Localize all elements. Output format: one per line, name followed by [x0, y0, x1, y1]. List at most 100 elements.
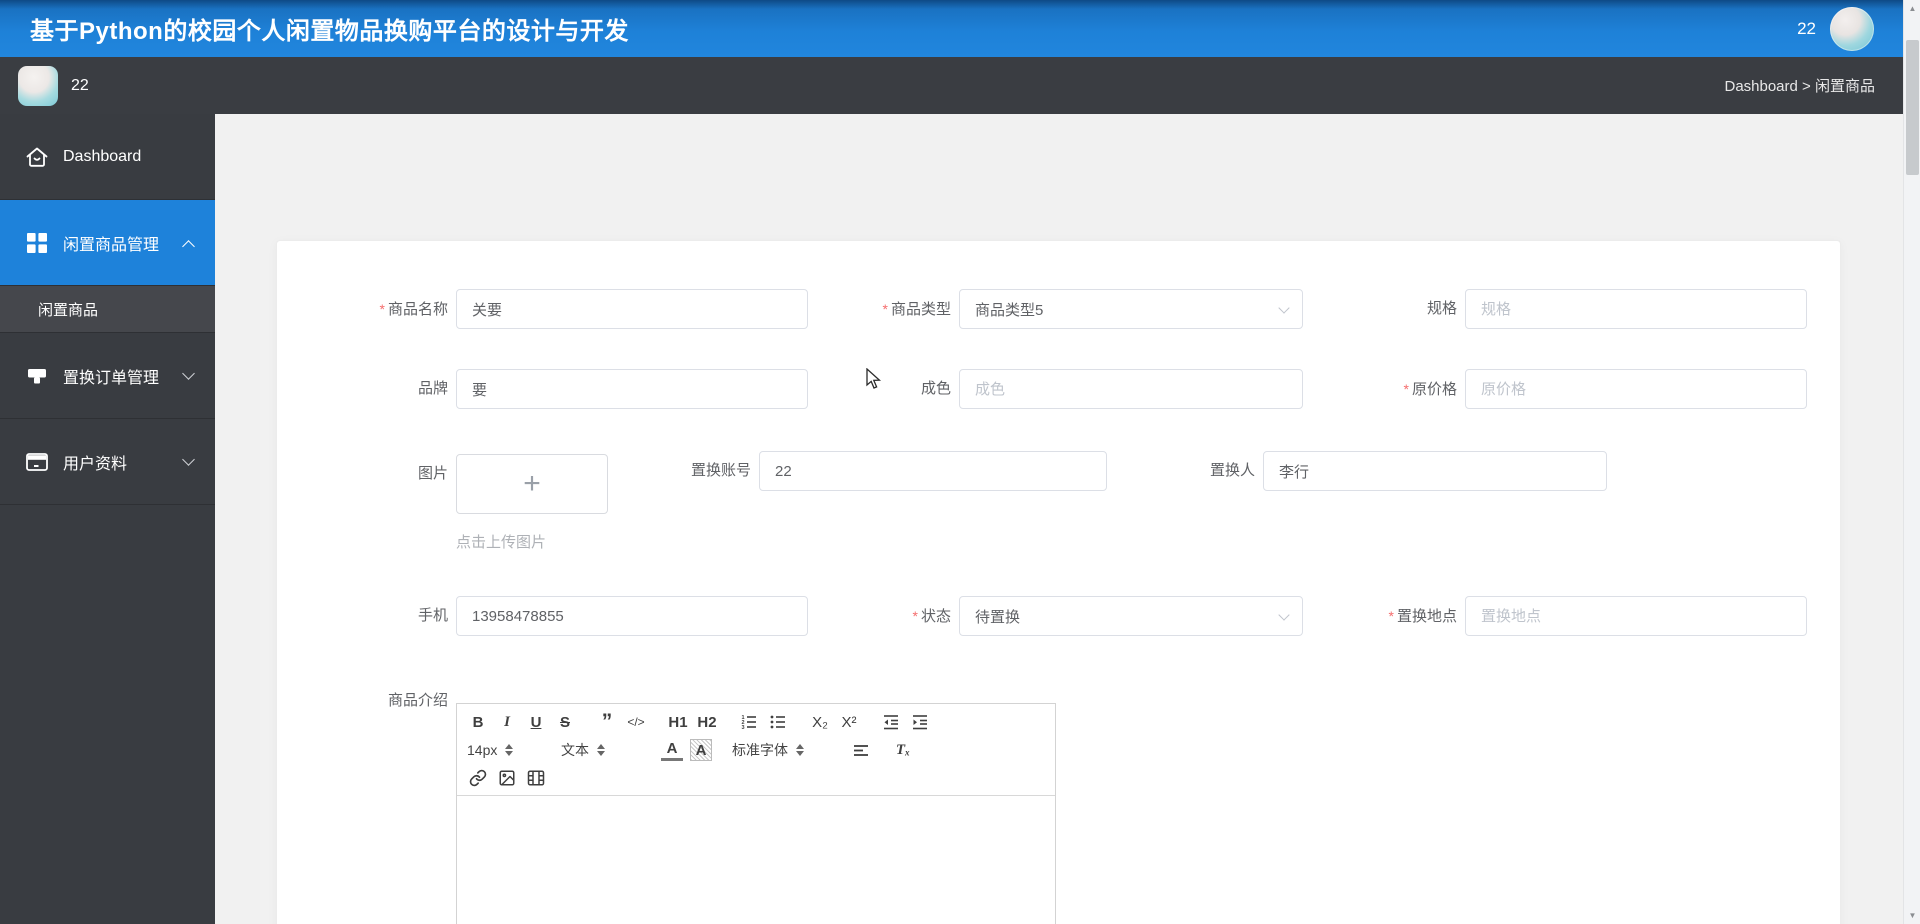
chevron-down-icon	[1278, 302, 1290, 314]
window-scrollbar[interactable]: ▲ ▼	[1903, 0, 1920, 924]
editor-content[interactable]	[457, 796, 1055, 924]
paragraph-style-picker[interactable]: 文本	[561, 740, 639, 760]
breadcrumb: Dashboard > 闲置商品	[1724, 75, 1875, 96]
superscript-button[interactable]: X²	[838, 711, 860, 733]
bold-button[interactable]: B	[467, 711, 489, 733]
align-button[interactable]	[850, 739, 872, 761]
field-label-phone: 手机	[417, 607, 448, 624]
order-icon	[28, 368, 46, 383]
header-user-area[interactable]: 22	[1797, 6, 1874, 51]
sidebar-item-dashboard[interactable]: Dashboard	[0, 114, 215, 200]
rich-text-editor: B I U S ” </> H1 H2 123 X₂ X² 14px 文本 A …	[456, 703, 1056, 924]
paragraph-style-value: 文本	[561, 742, 589, 758]
code-block-button[interactable]: </>	[625, 711, 647, 733]
field-label-status: * 状态	[912, 608, 951, 625]
align-left-icon	[854, 745, 868, 756]
name-input[interactable]	[456, 289, 808, 329]
field-label-description: 商品介绍	[387, 692, 448, 709]
type-select[interactable]: 商品类型5	[959, 289, 1303, 329]
upload-hint: 点击上传图片	[456, 534, 547, 551]
outdent-icon	[884, 715, 898, 730]
chevron-down-icon	[182, 367, 195, 380]
breadcrumb-home[interactable]: Dashboard	[1724, 78, 1797, 95]
spinner-icon	[597, 744, 605, 756]
user-avatar[interactable]	[1830, 6, 1874, 51]
required-marker: *	[1388, 608, 1394, 624]
scrollbar-down-arrow[interactable]: ▼	[1904, 907, 1920, 924]
ordered-list-icon: 123	[742, 715, 756, 731]
field-label-name: * 商品名称	[379, 301, 448, 318]
field-label-brand: 品牌	[417, 380, 448, 397]
brand-input[interactable]	[456, 369, 808, 409]
field-label-price: * 原价格	[1403, 381, 1457, 398]
phone-input[interactable]	[456, 596, 808, 636]
home-icon	[26, 147, 48, 167]
app-header: 基于Python的校园个人闲置物品换购平台的设计与开发 22	[0, 0, 1920, 57]
link-button[interactable]	[467, 767, 489, 789]
heading1-button[interactable]: H1	[667, 711, 689, 733]
scrollbar-thumb[interactable]	[1906, 40, 1919, 175]
type-select-value: 商品类型5	[975, 301, 1044, 319]
header-username: 22	[1797, 18, 1816, 38]
sidebar-item-swap-order-management[interactable]: 置换订单管理	[0, 333, 215, 419]
underline-button[interactable]: U	[525, 711, 547, 733]
topbar-username: 22	[71, 76, 89, 94]
svg-text:3: 3	[742, 725, 745, 731]
image-upload-box[interactable]: +	[456, 454, 608, 514]
sidebar-item-idle-goods-management[interactable]: 闲置商品管理	[0, 200, 215, 286]
required-marker: *	[1403, 381, 1409, 397]
chevron-down-icon	[1278, 609, 1290, 621]
clear-format-button[interactable]: Tₓ	[892, 739, 914, 761]
required-marker: *	[882, 301, 888, 317]
field-label-spec: 规格	[1426, 300, 1457, 317]
heading2-button[interactable]: H2	[696, 711, 718, 733]
topbar-avatar[interactable]	[18, 65, 58, 106]
chevron-up-icon	[182, 240, 195, 253]
outdent-button[interactable]	[880, 711, 902, 733]
topbar-user-area[interactable]: 22	[18, 65, 89, 106]
main-content: *商品名称 *商品类型 商品类型5 规格 品牌 ✕ 成色	[215, 114, 1920, 924]
spinner-icon	[505, 744, 514, 756]
form-card: *商品名称 *商品类型 商品类型5 规格 品牌 ✕ 成色	[276, 240, 1841, 924]
price-input[interactable]	[1465, 369, 1807, 409]
app-window: 基于Python的校园个人闲置物品换购平台的设计与开发 22 22 Dashbo…	[0, 0, 1920, 924]
account-input[interactable]	[759, 451, 1107, 491]
page-title: 基于Python的校园个人闲置物品换购平台的设计与开发	[30, 18, 629, 45]
font-size-picker[interactable]: 14px	[467, 742, 539, 758]
sidebar-item-user-profile[interactable]: 用户资料	[0, 419, 215, 505]
spinner-icon	[796, 744, 804, 756]
ordered-list-button[interactable]: 123	[738, 711, 760, 733]
font-size-value: 14px	[467, 742, 498, 758]
sidebar-item-label: Dashboard	[63, 147, 142, 165]
bullet-list-button[interactable]	[767, 711, 789, 733]
spec-input[interactable]	[1465, 289, 1807, 329]
link-icon	[469, 769, 487, 787]
condition-input[interactable]	[959, 369, 1303, 409]
card-icon	[26, 452, 48, 471]
required-marker: *	[912, 608, 918, 624]
person-input[interactable]	[1263, 451, 1607, 491]
italic-button[interactable]: I	[496, 711, 518, 733]
insert-video-button[interactable]	[525, 767, 547, 789]
blockquote-button[interactable]: ”	[596, 710, 618, 733]
status-select[interactable]: 待置换	[959, 596, 1303, 636]
chevron-down-icon	[182, 453, 195, 466]
insert-image-button[interactable]	[496, 767, 518, 789]
font-family-picker[interactable]: 标准字体	[732, 740, 828, 760]
scrollbar-up-arrow[interactable]: ▲	[1904, 0, 1920, 17]
indent-button[interactable]	[909, 711, 931, 733]
sidebar-subitem-label: 闲置商品	[38, 301, 99, 319]
subscript-button[interactable]: X₂	[809, 711, 831, 733]
field-label-type: * 商品类型	[882, 301, 951, 318]
breadcrumb-separator: >	[1802, 78, 1811, 95]
sidebar-item-label: 用户资料	[63, 455, 128, 473]
strikethrough-button[interactable]: S	[554, 711, 576, 733]
location-input[interactable]	[1465, 596, 1807, 636]
sidebar-subitem-idle-goods[interactable]: 闲置商品	[0, 286, 215, 333]
highlight-color-button[interactable]: A	[690, 739, 712, 761]
field-label-location: * 置换地点	[1388, 608, 1457, 625]
topbar: 22 Dashboard > 闲置商品	[0, 57, 1920, 114]
font-family-value: 标准字体	[732, 742, 788, 758]
text-color-button[interactable]: A	[661, 739, 683, 761]
grid-icon	[27, 232, 47, 253]
